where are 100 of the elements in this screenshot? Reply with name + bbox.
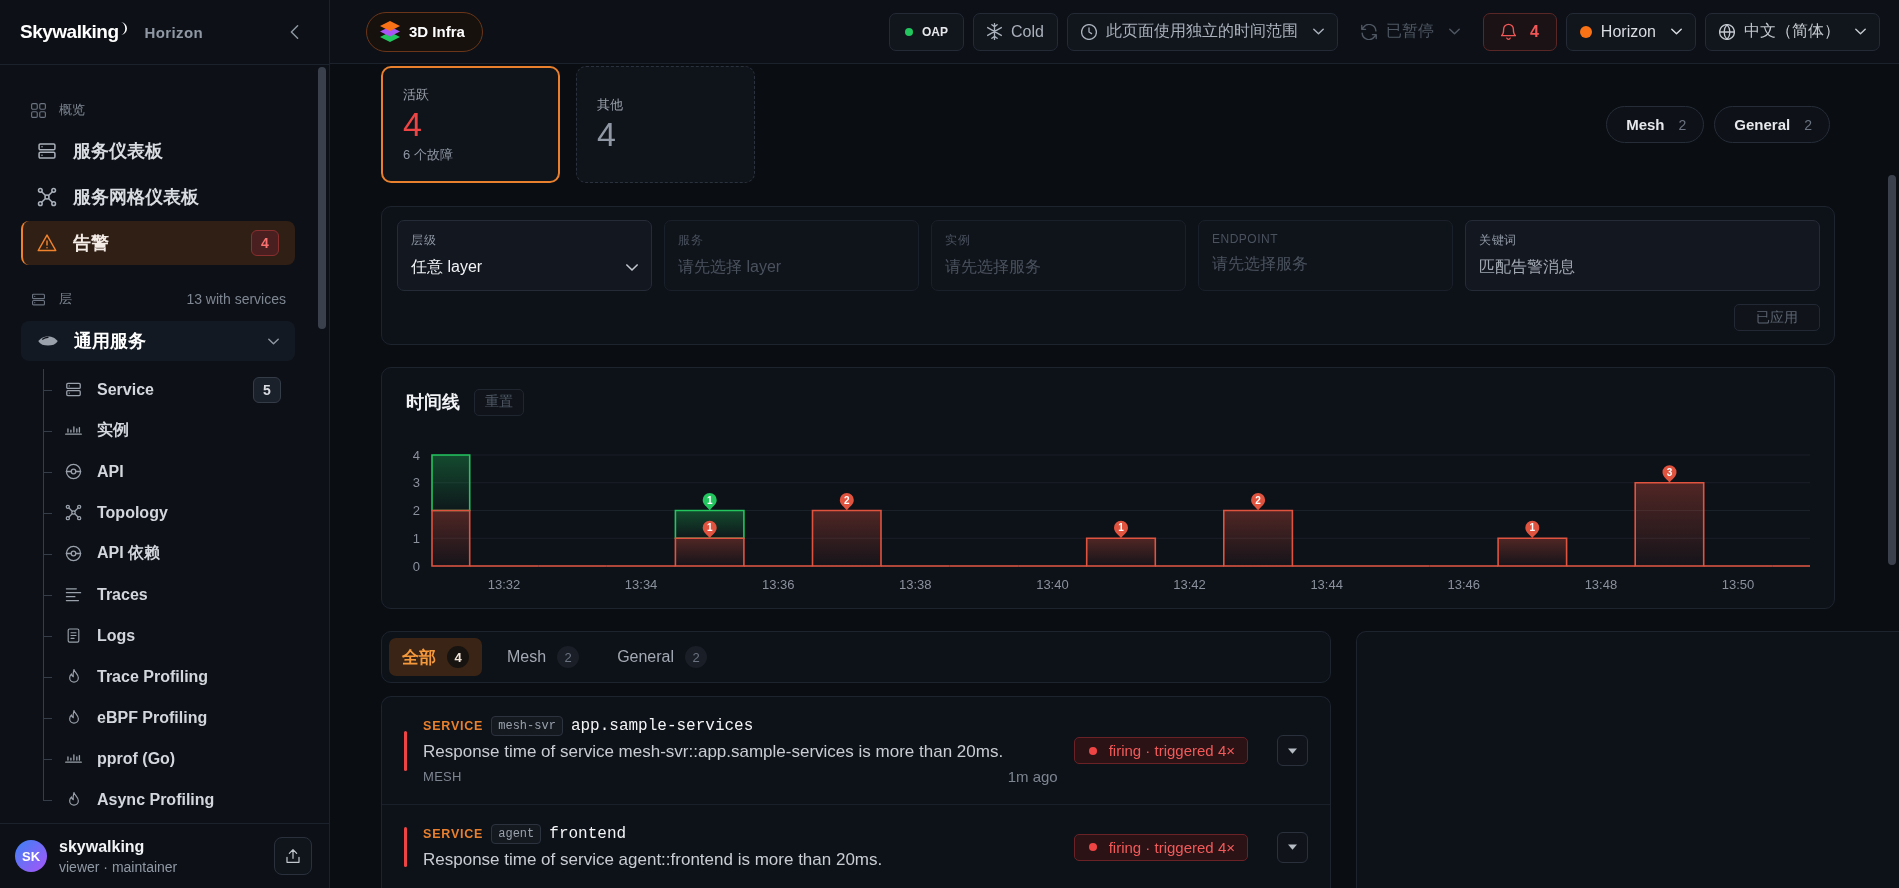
nav-item[interactable]: pprof (Go) — [43, 738, 295, 779]
layer-chip[interactable]: General 2 — [1714, 106, 1830, 143]
caret-down-icon — [1288, 844, 1297, 850]
field-label: 关键词 — [1479, 232, 1517, 249]
bar-chart-icon — [65, 754, 82, 763]
chip-count: 2 — [1804, 116, 1812, 133]
card-value: 4 — [403, 103, 423, 144]
oap-status-button[interactable]: OAP — [889, 12, 965, 51]
y-tick-label: 2 — [412, 503, 420, 518]
language-select[interactable]: 中文（简体） — [1705, 12, 1880, 51]
status-dot-icon — [1088, 746, 1097, 755]
status-card[interactable]: 其他 4 — [576, 66, 755, 183]
count-marker: 1 — [1114, 520, 1128, 539]
y-tick-label: 4 — [412, 447, 420, 463]
layer-chip[interactable]: Mesh 2 — [1606, 106, 1705, 143]
alert-message: Response time of service agent::frontend is more than 20ms. — [423, 850, 883, 870]
status-text: firing · triggered 4× — [1108, 742, 1235, 759]
tab-count: 2 — [557, 646, 580, 668]
nav-item[interactable]: API 依赖 — [43, 533, 295, 574]
expand-button[interactable] — [1277, 735, 1308, 766]
nav-item[interactable]: Logs — [43, 615, 295, 656]
nav-item[interactable]: eBPF Profiling — [43, 697, 295, 738]
tab[interactable]: Mesh 2 — [494, 638, 593, 676]
upload-icon — [285, 848, 301, 864]
card-value: 4 — [597, 113, 617, 154]
data-label: 2 — [1255, 494, 1262, 506]
logo-text: Skywalking — [20, 21, 119, 43]
nav-item[interactable]: 服务仪表板 — [21, 129, 295, 173]
context-chip[interactable]: 3D Infra — [366, 11, 483, 52]
text-field[interactable]: 关键词 匹配告警消息 — [1465, 220, 1820, 291]
field-label: ENDPOINT — [1212, 232, 1278, 246]
count-marker: 2 — [1251, 493, 1266, 511]
scrollbar-thumb[interactable] — [1888, 175, 1896, 565]
count-marker: 1 — [1525, 520, 1540, 539]
chip-count: 2 — [1678, 116, 1687, 133]
cold-button[interactable]: Cold — [973, 12, 1058, 51]
x-tick-label: 13:42 — [1173, 577, 1206, 592]
network-icon — [37, 187, 57, 207]
nav-item[interactable]: Topology — [43, 492, 295, 533]
status-card[interactable]: 活跃 4 6 个故障 — [381, 66, 560, 183]
data-label: 3 — [1666, 466, 1673, 478]
data-label: 2 — [844, 494, 851, 506]
data-label: 1 — [1118, 522, 1125, 534]
network-icon — [65, 504, 82, 521]
count-marker: 1 — [702, 520, 717, 539]
alerts-button[interactable]: 4 — [1482, 12, 1557, 51]
clock-icon — [1080, 23, 1097, 40]
x-tick-label: 13:46 — [1447, 577, 1481, 592]
x-tick-label: 13:32 — [487, 577, 521, 592]
y-tick-label: 1 — [412, 530, 420, 546]
circle-dot-icon — [65, 463, 82, 480]
chevron-down-icon — [1671, 28, 1682, 35]
y-tick-label: 3 — [412, 475, 420, 491]
caret-down-icon — [1288, 747, 1297, 754]
chevron-left-icon — [290, 25, 299, 39]
server-icon — [31, 291, 46, 307]
warning-icon — [37, 233, 57, 253]
nav-item[interactable]: API — [43, 451, 295, 492]
tab[interactable]: 全部 4 — [389, 638, 482, 676]
x-tick-label: 13:48 — [1584, 577, 1618, 592]
select-field[interactable]: 层级 任意 layer — [397, 220, 652, 291]
bar-chart-icon — [65, 426, 82, 435]
data-label: 1 — [706, 522, 713, 534]
nav-item[interactable]: 服务网格仪表板 — [21, 175, 295, 219]
dot-icon — [1579, 25, 1592, 38]
nav-item[interactable]: Trace Profiling — [43, 656, 295, 697]
x-tick-label: 13:36 — [761, 577, 795, 592]
nav-group[interactable]: 通用服务 — [21, 321, 295, 361]
upload-button[interactable] — [274, 837, 312, 875]
nav-item[interactable]: Service 5 — [43, 369, 295, 410]
nav-item[interactable]: 告警 4 — [21, 221, 295, 265]
user-name: skywalking — [59, 837, 146, 856]
globe-icon — [1719, 23, 1735, 40]
collapse-button[interactable] — [288, 23, 301, 41]
user-avatar: SK — [15, 840, 47, 872]
layer-label: MESH — [423, 769, 462, 784]
entity-name: frontend — [549, 825, 627, 843]
layer-tag: mesh-svr — [491, 716, 563, 736]
text-input[interactable]: 匹配告警消息 — [1479, 257, 1806, 277]
layer-tag: agent — [491, 824, 542, 844]
bar — [674, 509, 745, 540]
field-label: 实例 — [945, 232, 970, 249]
count-marker: 3 — [1662, 465, 1677, 483]
nav-item[interactable]: Async Profiling — [43, 779, 295, 820]
instance-select[interactable]: Horizon — [1565, 12, 1696, 51]
data-label: 1 — [706, 494, 713, 506]
server-icon — [65, 381, 82, 398]
card-note: 6 个故障 — [403, 145, 454, 164]
tab[interactable]: General 2 — [604, 638, 721, 676]
nav-item[interactable]: 实例 — [43, 410, 295, 451]
status-text: firing · triggered 4× — [1108, 838, 1235, 856]
y-tick-label: 0 — [412, 558, 420, 574]
chevron-down-icon — [268, 337, 279, 345]
time-range-select[interactable]: 此页面使用独立的时间范围 — [1066, 12, 1338, 51]
grid-icon — [31, 102, 46, 118]
scope-label: SERVICE — [423, 827, 484, 841]
scrollbar-thumb[interactable] — [318, 67, 326, 329]
nav-item[interactable]: Traces — [43, 574, 295, 615]
expand-button[interactable] — [1277, 831, 1308, 863]
chevron-down-icon — [626, 264, 638, 271]
